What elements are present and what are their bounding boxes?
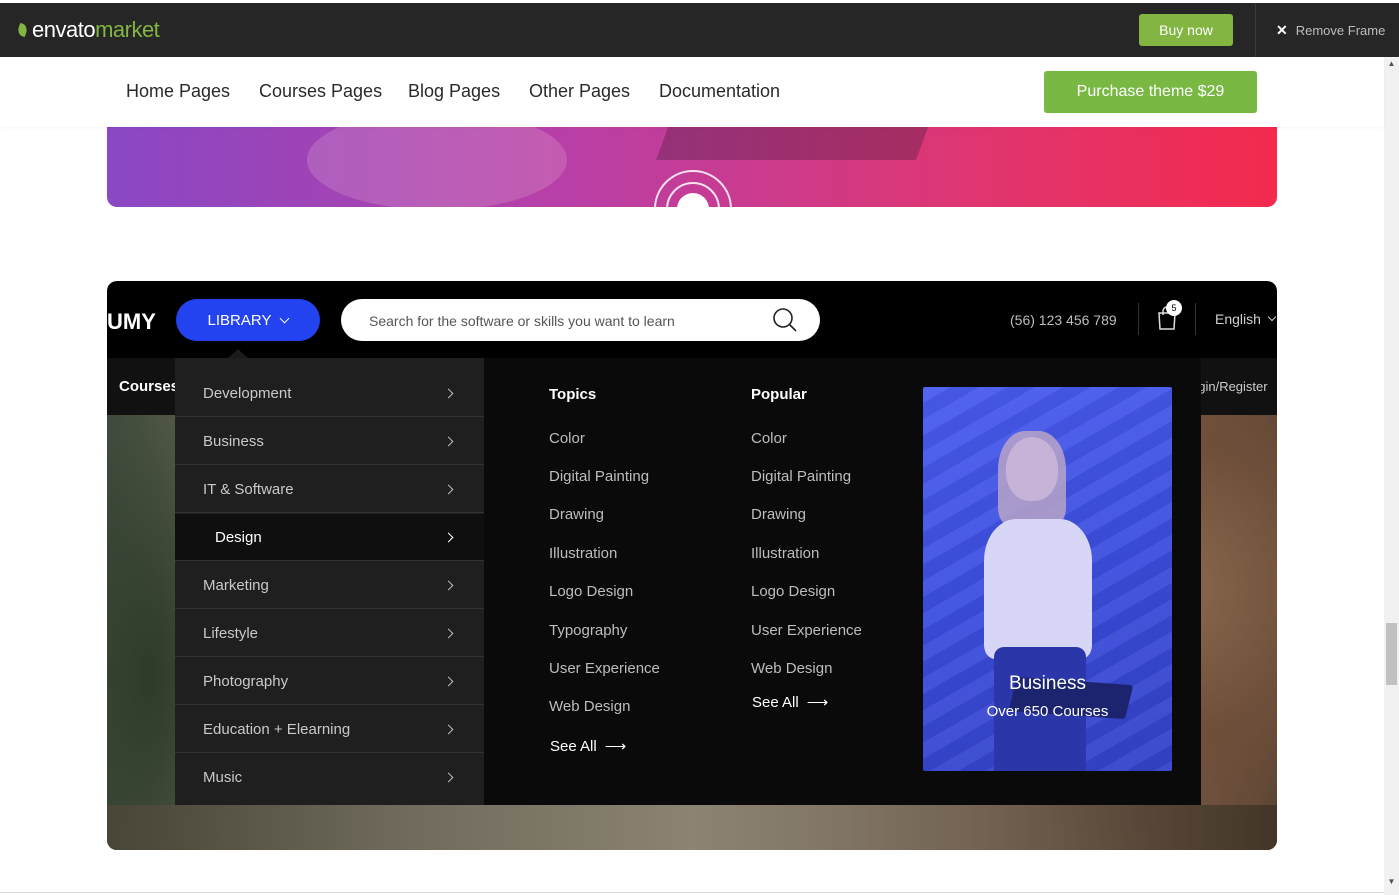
menu-caret xyxy=(228,349,248,358)
category-list: Development Business IT & Software Desig… xyxy=(175,358,484,805)
category-lifestyle[interactable]: Lifestyle xyxy=(175,610,484,657)
leaf-icon xyxy=(16,22,29,38)
promo-subtitle: Over 650 Courses xyxy=(986,703,1109,720)
category-education-elearning[interactable]: Education + Elearning xyxy=(175,706,484,753)
library-button[interactable]: LIBRARY xyxy=(176,299,320,341)
popular-link[interactable]: Web Design xyxy=(751,660,832,677)
topic-link[interactable]: Digital Painting xyxy=(549,468,649,485)
category-development[interactable]: Development xyxy=(175,370,484,417)
topic-link[interactable]: Logo Design xyxy=(549,583,633,600)
chevron-right-icon xyxy=(443,436,454,447)
popular-link[interactable]: Logo Design xyxy=(751,583,835,600)
arrow-right-icon: ⟶ xyxy=(806,694,829,711)
popular-link[interactable]: Color xyxy=(751,430,787,447)
subcategory-panel: Topics Color Digital Painting Drawing Il… xyxy=(484,358,1201,805)
logo-accent-text: market xyxy=(95,17,160,42)
arrow-right-icon: ⟶ xyxy=(604,738,627,755)
person-head xyxy=(1006,437,1058,501)
category-label: Education + Elearning xyxy=(203,721,351,738)
buy-now-button[interactable]: Buy now xyxy=(1139,14,1233,46)
topic-link[interactable]: Web Design xyxy=(549,698,630,715)
topic-link[interactable]: Typography xyxy=(549,622,627,639)
category-business[interactable]: Business xyxy=(175,418,484,465)
chevron-down-icon xyxy=(1267,312,1277,322)
topic-link[interactable]: Color xyxy=(549,430,585,447)
category-design[interactable]: Design xyxy=(175,514,484,561)
page-scrollbar[interactable]: ▲ ▼ xyxy=(1384,57,1399,895)
login-register-link[interactable]: ogin/Register xyxy=(1191,379,1268,394)
category-label: Design xyxy=(215,529,262,546)
theme-nav: Home Pages Courses Pages Blog Pages Othe… xyxy=(0,57,1384,127)
topics-see-all-link[interactable]: See All ⟶ xyxy=(550,737,627,756)
header-divider xyxy=(1195,303,1196,335)
topic-link[interactable]: User Experience xyxy=(549,660,660,677)
category-it-software[interactable]: IT & Software xyxy=(175,466,484,513)
business-promo-card[interactable]: Business Over 650 Courses xyxy=(923,387,1172,771)
category-label: Development xyxy=(203,385,292,402)
language-label: English xyxy=(1215,311,1261,327)
scrollbar-thumb[interactable] xyxy=(1386,623,1397,685)
cart-count-badge: 5 xyxy=(1166,300,1182,316)
library-mega-menu: Development Business IT & Software Desig… xyxy=(175,358,1201,805)
nav-courses-pages[interactable]: Courses Pages xyxy=(259,81,382,102)
logo-main-text: envato xyxy=(32,17,96,42)
photo-bottom-strip xyxy=(107,805,1277,850)
category-label: IT & Software xyxy=(203,481,294,498)
envato-top-bar: envato market Buy now ✕ Remove Frame xyxy=(0,0,1399,57)
language-selector[interactable]: English xyxy=(1215,311,1277,327)
see-all-label: See All xyxy=(550,737,597,755)
search-icon[interactable] xyxy=(772,307,798,333)
remove-frame-button[interactable]: ✕ Remove Frame xyxy=(1276,22,1385,39)
category-label: Music xyxy=(203,769,243,786)
close-icon: ✕ xyxy=(1276,22,1288,38)
category-marketing[interactable]: Marketing xyxy=(175,562,484,609)
nav-documentation[interactable]: Documentation xyxy=(659,81,780,102)
category-label: Lifestyle xyxy=(203,625,259,642)
category-music[interactable]: Music xyxy=(175,754,484,801)
topics-heading: Topics xyxy=(549,386,597,403)
popular-heading: Popular xyxy=(751,386,807,403)
promo-title: Business xyxy=(1008,673,1087,694)
chevron-right-icon xyxy=(443,484,454,495)
category-label: Photography xyxy=(203,673,289,690)
purchase-theme-button[interactable]: Purchase theme $29 xyxy=(1044,71,1257,113)
bar-divider xyxy=(1255,3,1256,57)
phone-number[interactable]: (56) 123 456 789 xyxy=(1010,312,1117,328)
chevron-right-icon xyxy=(443,772,454,783)
envato-logo[interactable]: envato market xyxy=(16,17,160,43)
page-bottom-divider xyxy=(0,892,1384,893)
nav-blog-pages[interactable]: Blog Pages xyxy=(408,81,500,102)
scroll-down-arrow-icon[interactable]: ▼ xyxy=(1384,877,1399,889)
popular-link[interactable]: User Experience xyxy=(751,622,862,639)
subnav-courses[interactable]: Courses xyxy=(119,378,179,395)
chevron-right-icon xyxy=(443,724,454,735)
remove-frame-label: Remove Frame xyxy=(1295,23,1386,38)
nav-other-pages[interactable]: Other Pages xyxy=(529,81,630,102)
scroll-up-arrow-icon[interactable]: ▲ xyxy=(1384,59,1399,71)
search-box xyxy=(341,299,820,343)
popular-link[interactable]: Drawing xyxy=(751,506,806,523)
popular-link[interactable]: Illustration xyxy=(751,545,819,562)
library-label: LIBRARY xyxy=(207,311,272,329)
person-torso xyxy=(984,519,1092,659)
chevron-right-icon xyxy=(443,628,454,639)
chevron-right-icon xyxy=(443,580,454,591)
chevron-right-icon xyxy=(443,532,454,543)
category-photography[interactable]: Photography xyxy=(175,658,484,705)
category-label: Marketing xyxy=(203,577,269,594)
category-label: Business xyxy=(203,433,264,450)
play-button[interactable] xyxy=(654,170,732,207)
chevron-right-icon xyxy=(443,676,454,687)
topic-link[interactable]: Drawing xyxy=(549,506,604,523)
popular-link[interactable]: Digital Painting xyxy=(751,468,851,485)
search-input[interactable] xyxy=(367,299,761,343)
header-divider xyxy=(1138,303,1139,335)
popular-see-all-link[interactable]: See All ⟶ xyxy=(752,693,829,712)
chevron-down-icon xyxy=(280,313,290,323)
see-all-label: See All xyxy=(752,693,799,711)
brand-logo[interactable]: UMY xyxy=(107,309,156,335)
topic-link[interactable]: Illustration xyxy=(549,545,617,562)
chevron-right-icon xyxy=(443,388,454,399)
nav-home-pages[interactable]: Home Pages xyxy=(126,81,230,102)
